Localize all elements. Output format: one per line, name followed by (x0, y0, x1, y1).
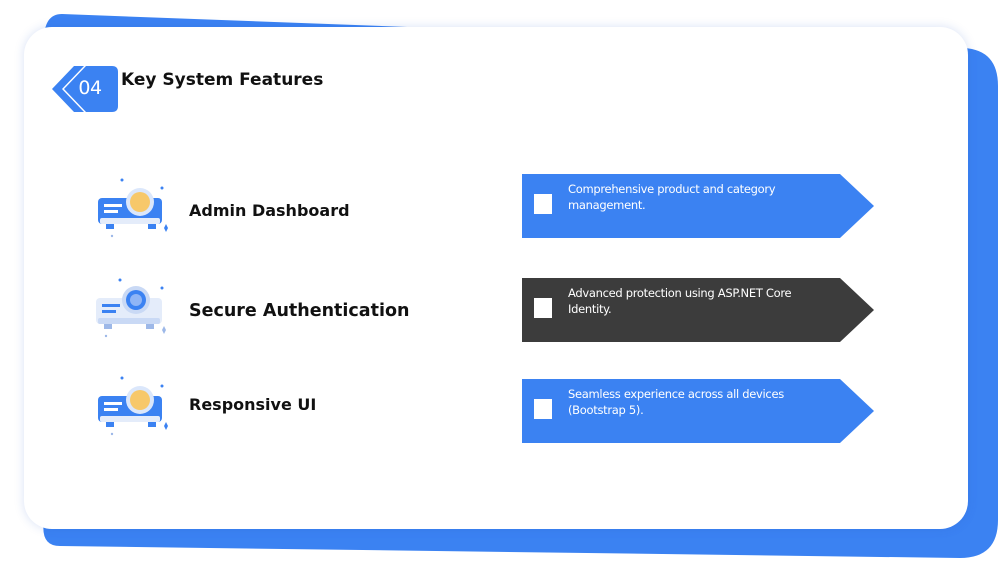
slide-number: 04 (78, 77, 102, 99)
feature-title: Admin Dashboard (189, 201, 350, 220)
slide: 04 Key System Features Admin Dashboard C… (0, 0, 1000, 563)
checkbox-square (534, 194, 552, 214)
feature-banner: Advanced protection using ASP.NET Core I… (522, 278, 874, 342)
projector-icon (98, 376, 168, 436)
feature-description: Advanced protection using ASP.NET Core I… (568, 286, 792, 316)
feature-description: Comprehensive product and category manag… (568, 182, 776, 212)
page-title: Key System Features (121, 70, 324, 90)
projector-icon (98, 178, 168, 238)
feature-banner: Comprehensive product and category manag… (522, 174, 874, 238)
projector-icon (96, 278, 166, 338)
checkbox-square (534, 298, 552, 318)
feature-banner: Seamless experience across all devices (… (522, 379, 874, 443)
feature-title: Responsive UI (189, 395, 317, 414)
checkbox-square (534, 399, 552, 419)
feature-description: Seamless experience across all devices (… (568, 387, 784, 417)
feature-title: Secure Authentication (189, 301, 410, 321)
